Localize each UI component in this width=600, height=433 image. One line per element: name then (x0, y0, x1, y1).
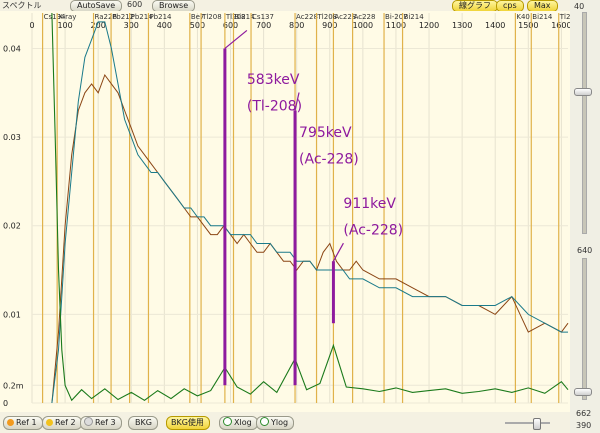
isotope-label: Cs137 (252, 13, 274, 21)
x-tick-label: 1600 (551, 21, 570, 30)
x-tick-label: 300 (124, 21, 139, 30)
zoom-slider-track[interactable] (505, 422, 550, 424)
x-tick-label: 500 (190, 21, 205, 30)
ylog-radio-icon (260, 417, 269, 426)
annotation-energy-label: 795keV (299, 125, 352, 141)
ref1-indicator-icon (7, 419, 14, 426)
xlog-radio-icon (223, 417, 232, 426)
x-tick-label: 400 (157, 21, 172, 30)
x-tick-label: 1000 (353, 21, 373, 30)
isotope-label: Bi214 (532, 13, 553, 21)
isotope-label: X-ray (58, 13, 76, 21)
zoom-slider-thumb[interactable] (533, 418, 541, 430)
ref2-indicator-icon (46, 419, 53, 426)
right-top-value: 40 (574, 2, 585, 11)
y-max-slider-thumb[interactable] (574, 88, 592, 96)
isotope-label: Pb214 (149, 13, 172, 21)
x-tick-label: 1300 (452, 21, 472, 30)
isotope-label: K40 (516, 13, 530, 21)
x-tick-label: 1200 (419, 21, 439, 30)
x-tick-label: 100 (57, 21, 72, 30)
x-tick-label: 700 (256, 21, 271, 30)
x-tick-label: 1400 (485, 21, 505, 30)
isotope-label: Tl208 (201, 13, 222, 21)
isotope-label: Tl208 (559, 13, 570, 21)
ref3-button[interactable]: Ref 3 (80, 416, 122, 430)
x-tick-label: 0 (29, 21, 34, 30)
y-min-slider-thumb[interactable] (574, 388, 592, 396)
isotope-label: Tl208 (317, 13, 338, 21)
bkg-button[interactable]: BKG (128, 416, 158, 430)
ref2-label: Ref 2 (55, 418, 76, 427)
right-bottom-value-1: 662 (576, 409, 592, 418)
ylog-label: Ylog (271, 418, 289, 427)
y-tick-label: 0.03 (3, 133, 21, 142)
y-tick-label: 0.2m (3, 381, 24, 390)
xlog-button[interactable]: Xlog (219, 416, 258, 430)
xlog-label: Xlog (234, 418, 252, 427)
annotation-isotope-label: (Ac-228) (343, 223, 403, 239)
ref2-button[interactable]: Ref 2 (42, 416, 82, 430)
window-title: スペクトル (2, 1, 42, 10)
x-tick-label: 900 (322, 21, 337, 30)
y-min-slider-track[interactable] (582, 258, 587, 400)
ref1-label: Ref 1 (16, 418, 37, 427)
isotope-label: Ac228 (354, 13, 376, 21)
bkg-use-button[interactable]: BKG使用 (166, 416, 210, 430)
annotation-energy-label: 583keV (247, 72, 300, 88)
ref3-label: Ref 3 (95, 418, 116, 427)
x-tick-label: 1500 (518, 21, 538, 30)
ylog-button[interactable]: Ylog (256, 416, 295, 430)
y-tick-label: 0.04 (3, 44, 21, 53)
right-bottom-value-2: 390 (576, 421, 592, 430)
x-tick-label: 800 (289, 21, 304, 30)
y-tick-label: 0.01 (3, 310, 21, 319)
isotope-label: Bi214 (404, 13, 425, 21)
spectrum-chart[interactable]: 0 100 200 300 400 500 600 700 800 900 1000 1100 1200… (0, 11, 570, 412)
isotope-label: Ac228 (296, 13, 318, 21)
right-mid-value: 640 (577, 246, 593, 255)
annotation-isotope-label: (Ac-228) (299, 152, 359, 168)
annotation-energy-label: 911keV (343, 196, 396, 212)
ref1-button[interactable]: Ref 1 (3, 416, 43, 430)
autosave-value: 600 (127, 0, 143, 9)
ref3-indicator-icon (84, 417, 93, 426)
y-max-slider-track[interactable] (582, 12, 587, 234)
y-tick-label: 0.02 (3, 222, 21, 231)
y-tick-label: 0 (3, 399, 8, 408)
